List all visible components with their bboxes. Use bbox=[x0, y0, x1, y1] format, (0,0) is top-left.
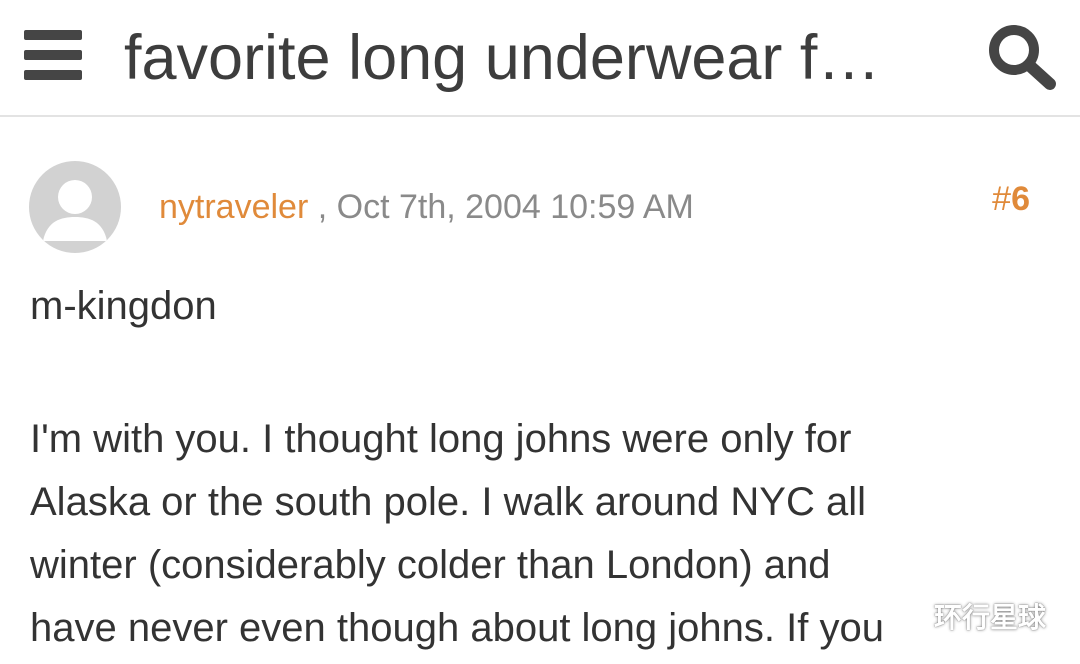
post-number-hash: # bbox=[992, 180, 1012, 218]
post-meta: nytraveler , Oct 7th, 2004 10:59 AM bbox=[159, 186, 694, 228]
default-avatar-icon bbox=[43, 180, 107, 241]
watermark-text: 环行星球 bbox=[934, 602, 1047, 633]
post-text-line: winter (considerably colder than London)… bbox=[30, 543, 831, 587]
menu-button[interactable] bbox=[24, 24, 88, 84]
post-date: Oct 7th, 2004 10:59 AM bbox=[336, 188, 694, 226]
watermark: 环行星球 bbox=[876, 594, 1056, 638]
post-number-link[interactable]: #6 bbox=[992, 178, 1030, 220]
post-text-line: I'm with you. I thought long johns were … bbox=[30, 417, 852, 461]
forum-page: favorite long underwear f… nytraveler , … bbox=[0, 0, 1080, 664]
search-icon bbox=[989, 25, 1056, 90]
thread-title: favorite long underwear f… bbox=[124, 23, 881, 93]
post-text-line: Alaska or the south pole. I walk around … bbox=[30, 480, 866, 524]
post-number-value: 6 bbox=[1011, 180, 1030, 218]
search-button[interactable] bbox=[984, 20, 1062, 92]
meta-separator: , bbox=[308, 188, 337, 226]
wechat-logo-icon bbox=[877, 596, 926, 633]
quoted-username: m-kingdon bbox=[30, 284, 217, 328]
username-link[interactable]: nytraveler bbox=[159, 188, 308, 226]
top-bar: favorite long underwear f… bbox=[0, 0, 1080, 117]
user-avatar[interactable] bbox=[29, 161, 121, 253]
